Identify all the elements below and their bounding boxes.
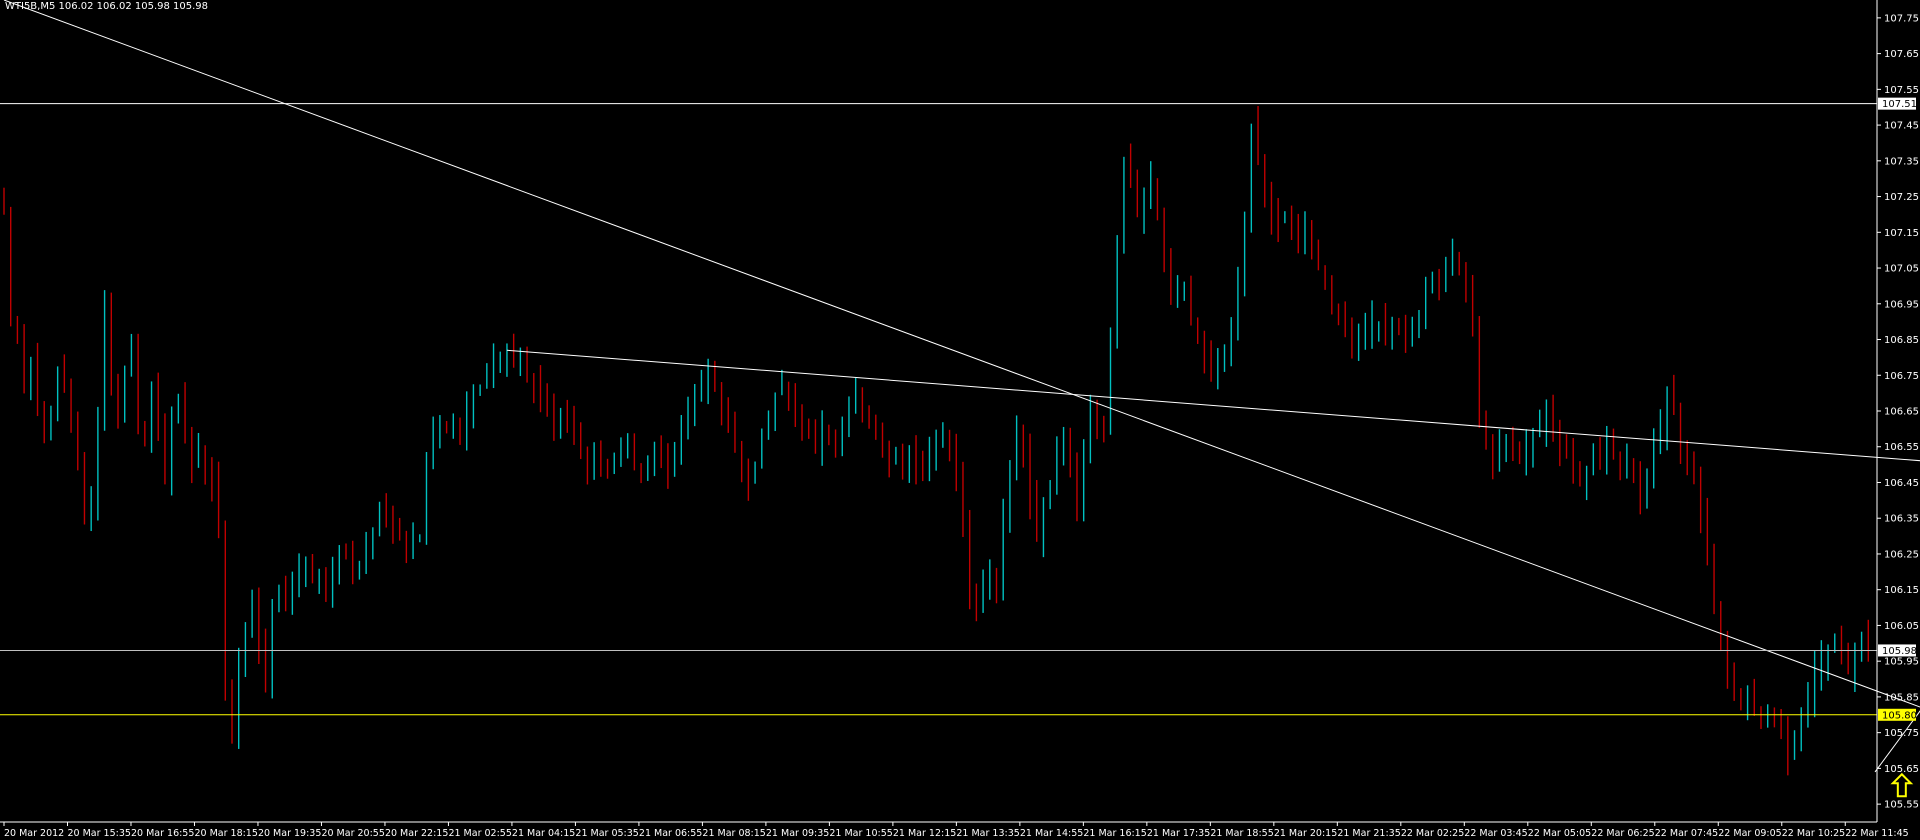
time-tick-label: 21 Mar 05:35 — [575, 828, 638, 839]
price-tick-label: 105.75 — [1884, 728, 1919, 739]
time-tick-label: 21 Mar 08:15 — [702, 828, 765, 839]
time-tick-label: 22 Mar 05:05 — [1528, 828, 1591, 839]
price-tick-label: 105.85 — [1884, 692, 1919, 703]
time-tick-label: 22 Mar 11:45 — [1845, 828, 1908, 839]
price-tick-label: 107.15 — [1884, 228, 1919, 239]
price-chart[interactable]: 107.75 107.65 107.55 107.45 107.35 107.25 107.… — [0, 0, 1920, 840]
price-tick-label: 107.25 — [1884, 192, 1919, 203]
time-tick-label: 20 Mar 16:55 — [131, 828, 194, 839]
candles-group — [3, 106, 1869, 776]
price-tick-label: 106.15 — [1884, 585, 1919, 596]
time-tick-label: 21 Mar 04:15 — [512, 828, 575, 839]
time-tick-label: 21 Mar 02:55 — [448, 828, 511, 839]
time-tick-label: 21 Mar 09:35 — [766, 828, 829, 839]
price-marker-label: 107.51 — [1882, 99, 1917, 110]
time-tick-label: 20 Mar 22:15 — [385, 828, 448, 839]
trendlines-group — [0, 0, 1920, 773]
time-tick-label: 22 Mar 02:25 — [1401, 828, 1464, 839]
time-tick-label: 20 Mar 15:35 — [67, 828, 130, 839]
price-tick-label: 107.55 — [1884, 85, 1919, 96]
price-marker-label: 105.98 — [1882, 646, 1917, 657]
time-tick-label: 20 Mar 18:15 — [194, 828, 257, 839]
price-tick-label: 107.35 — [1884, 156, 1919, 167]
price-marker-label: 105.80 — [1882, 710, 1917, 721]
price-tick-label: 106.45 — [1884, 478, 1919, 489]
time-tick-label: 21 Mar 20:15 — [1274, 828, 1337, 839]
time-tick-label: 21 Mar 18:55 — [1210, 828, 1273, 839]
price-tick-label: 107.75 — [1884, 13, 1919, 24]
price-tick-label: 106.65 — [1884, 407, 1919, 418]
time-tick-label: 20 Mar 20:55 — [321, 828, 384, 839]
up-arrow-shape — [1890, 772, 1914, 798]
time-tick-label: 21 Mar 13:35 — [956, 828, 1019, 839]
time-tick-label: 21 Mar 12:15 — [893, 828, 956, 839]
time-tick-label: 21 Mar 17:35 — [1147, 828, 1210, 839]
price-tick-label: 106.25 — [1884, 549, 1919, 560]
time-tick-label: 22 Mar 10:25 — [1782, 828, 1845, 839]
time-tick-label: 22 Mar 03:45 — [1464, 828, 1527, 839]
time-axis: 20 Mar 2012 20 Mar 15:35 20 Mar 16:55 20 Ma… — [3, 822, 1909, 839]
time-tick-label: 21 Mar 16:15 — [1083, 828, 1146, 839]
price-tick-label: 106.95 — [1884, 299, 1919, 310]
price-tick-label: 107.05 — [1884, 264, 1919, 275]
time-tick-label: 21 Mar 14:55 — [1020, 828, 1083, 839]
time-tick-label: 20 Mar 19:35 — [258, 828, 321, 839]
up-arrow-icon — [1890, 772, 1914, 798]
time-tick-label: 22 Mar 06:25 — [1591, 828, 1654, 839]
price-tick-label: 107.45 — [1884, 121, 1919, 132]
price-tick-label: 106.35 — [1884, 514, 1919, 525]
price-tick-label: 106.55 — [1884, 442, 1919, 453]
trendline — [3, 0, 1920, 708]
time-tick-label: 21 Mar 06:55 — [639, 828, 702, 839]
price-tick-label: 106.75 — [1884, 371, 1919, 382]
time-tick-label: 21 Mar 21:35 — [1337, 828, 1400, 839]
time-tick-label: 20 Mar 2012 — [4, 828, 64, 839]
trendline — [506, 349, 1920, 462]
price-tick-label: 107.65 — [1884, 49, 1919, 60]
time-tick-label: 22 Mar 09:05 — [1718, 828, 1781, 839]
time-tick-label: 21 Mar 10:55 — [829, 828, 892, 839]
price-tick-label: 106.05 — [1884, 621, 1919, 632]
price-tick-label: 105.55 — [1884, 800, 1919, 811]
price-tick-label: 106.85 — [1884, 335, 1919, 346]
time-tick-label: 22 Mar 07:45 — [1655, 828, 1718, 839]
price-axis: 107.75 107.65 107.55 107.45 107.35 107.25 107.… — [1877, 13, 1919, 811]
price-tick-label: 105.95 — [1884, 657, 1919, 668]
symbol-info: WTI5B,M5 106.02 106.02 105.98 105.98 — [5, 1, 209, 12]
